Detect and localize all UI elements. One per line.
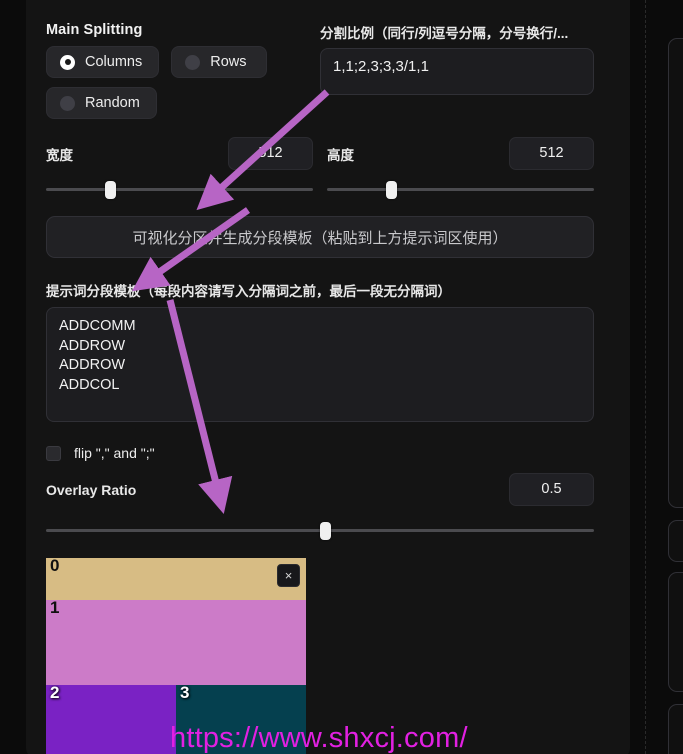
visualize-partition-button[interactable]: 可视化分区并生成分段模板（粘贴到上方提示词区使用）	[46, 216, 594, 258]
overlay-ratio-label: Overlay Ratio	[46, 481, 137, 498]
rail-panel-preview[interactable]	[668, 38, 683, 508]
flip-checkbox[interactable]	[46, 445, 61, 461]
radio-label-random: Random	[85, 95, 140, 111]
preview-region-1[interactable]: 1	[46, 600, 306, 686]
partition-preview-grid[interactable]: 3 2 1 0 ×	[46, 558, 306, 754]
region-index-label: 0	[50, 558, 60, 575]
radio-label-rows: Rows	[210, 54, 247, 70]
app-root: Main Splitting Columns Rows Random 分割比例（…	[0, 0, 683, 754]
width-value-input[interactable]: 512	[228, 137, 313, 170]
rail-panel-button[interactable]	[668, 520, 683, 562]
preview-region-3[interactable]: 3	[176, 685, 306, 754]
overlay-ratio-value-input[interactable]: 0.5	[509, 473, 594, 506]
slider-track	[46, 188, 313, 191]
template-field-label: 提示词分段模板（每段内容请写入分隔词之前，最后一段无分隔词）	[46, 284, 451, 299]
rail-panel-extra[interactable]	[668, 704, 683, 754]
radio-dot-icon	[60, 95, 75, 111]
radio-option-columns[interactable]: Columns	[46, 46, 160, 78]
size-fields-row: 宽度 512 高度 512	[46, 137, 594, 199]
preview-region-2[interactable]: 2	[46, 685, 176, 754]
height-slider[interactable]	[327, 181, 594, 199]
close-icon[interactable]: ×	[277, 564, 300, 587]
flip-checkbox-label: flip "," and ";"	[74, 445, 155, 461]
width-label: 宽度	[46, 147, 73, 163]
radio-dot-icon	[185, 54, 201, 70]
region-index-label: 1	[50, 600, 60, 618]
ratio-field-label: 分割比例（同行/列逗号分隔，分号换行/...	[320, 26, 569, 41]
height-value-input[interactable]: 512	[509, 137, 594, 170]
overlay-ratio-row: Overlay Ratio 0.5	[46, 473, 594, 506]
preview-region-0[interactable]: 0	[46, 558, 306, 601]
overlay-ratio-slider[interactable]	[46, 522, 594, 540]
slider-thumb[interactable]	[385, 181, 397, 199]
height-field-group: 高度 512	[327, 137, 594, 199]
width-slider[interactable]	[46, 181, 313, 199]
ratio-input[interactable]: 1,1;2,3;3,3/1,1	[320, 48, 594, 95]
template-textarea[interactable]: ADDCOMM ADDROW ADDROW ADDCOL	[46, 307, 594, 422]
flip-checkbox-row: flip "," and ";"	[46, 445, 594, 461]
panel-content: Main Splitting Columns Rows Random 分割比例（…	[46, 0, 594, 754]
region-index-label: 2	[50, 685, 60, 703]
height-label: 高度	[327, 147, 354, 163]
ratio-field-group: 分割比例（同行/列逗号分隔，分号换行/... 1,1;2,3;3,3/1,1	[320, 22, 594, 100]
slider-track	[327, 188, 594, 191]
radio-label-columns: Columns	[85, 54, 143, 70]
width-field-group: 宽度 512	[46, 137, 313, 199]
radio-dot-icon	[60, 54, 75, 70]
region-index-label: 3	[180, 685, 190, 703]
radio-option-random[interactable]: Random	[46, 87, 157, 119]
rail-divider	[645, 0, 646, 754]
radio-option-rows[interactable]: Rows	[171, 46, 268, 78]
rail-panel-textarea[interactable]	[668, 572, 683, 692]
slider-thumb[interactable]	[104, 181, 116, 199]
slider-thumb[interactable]	[320, 522, 331, 540]
